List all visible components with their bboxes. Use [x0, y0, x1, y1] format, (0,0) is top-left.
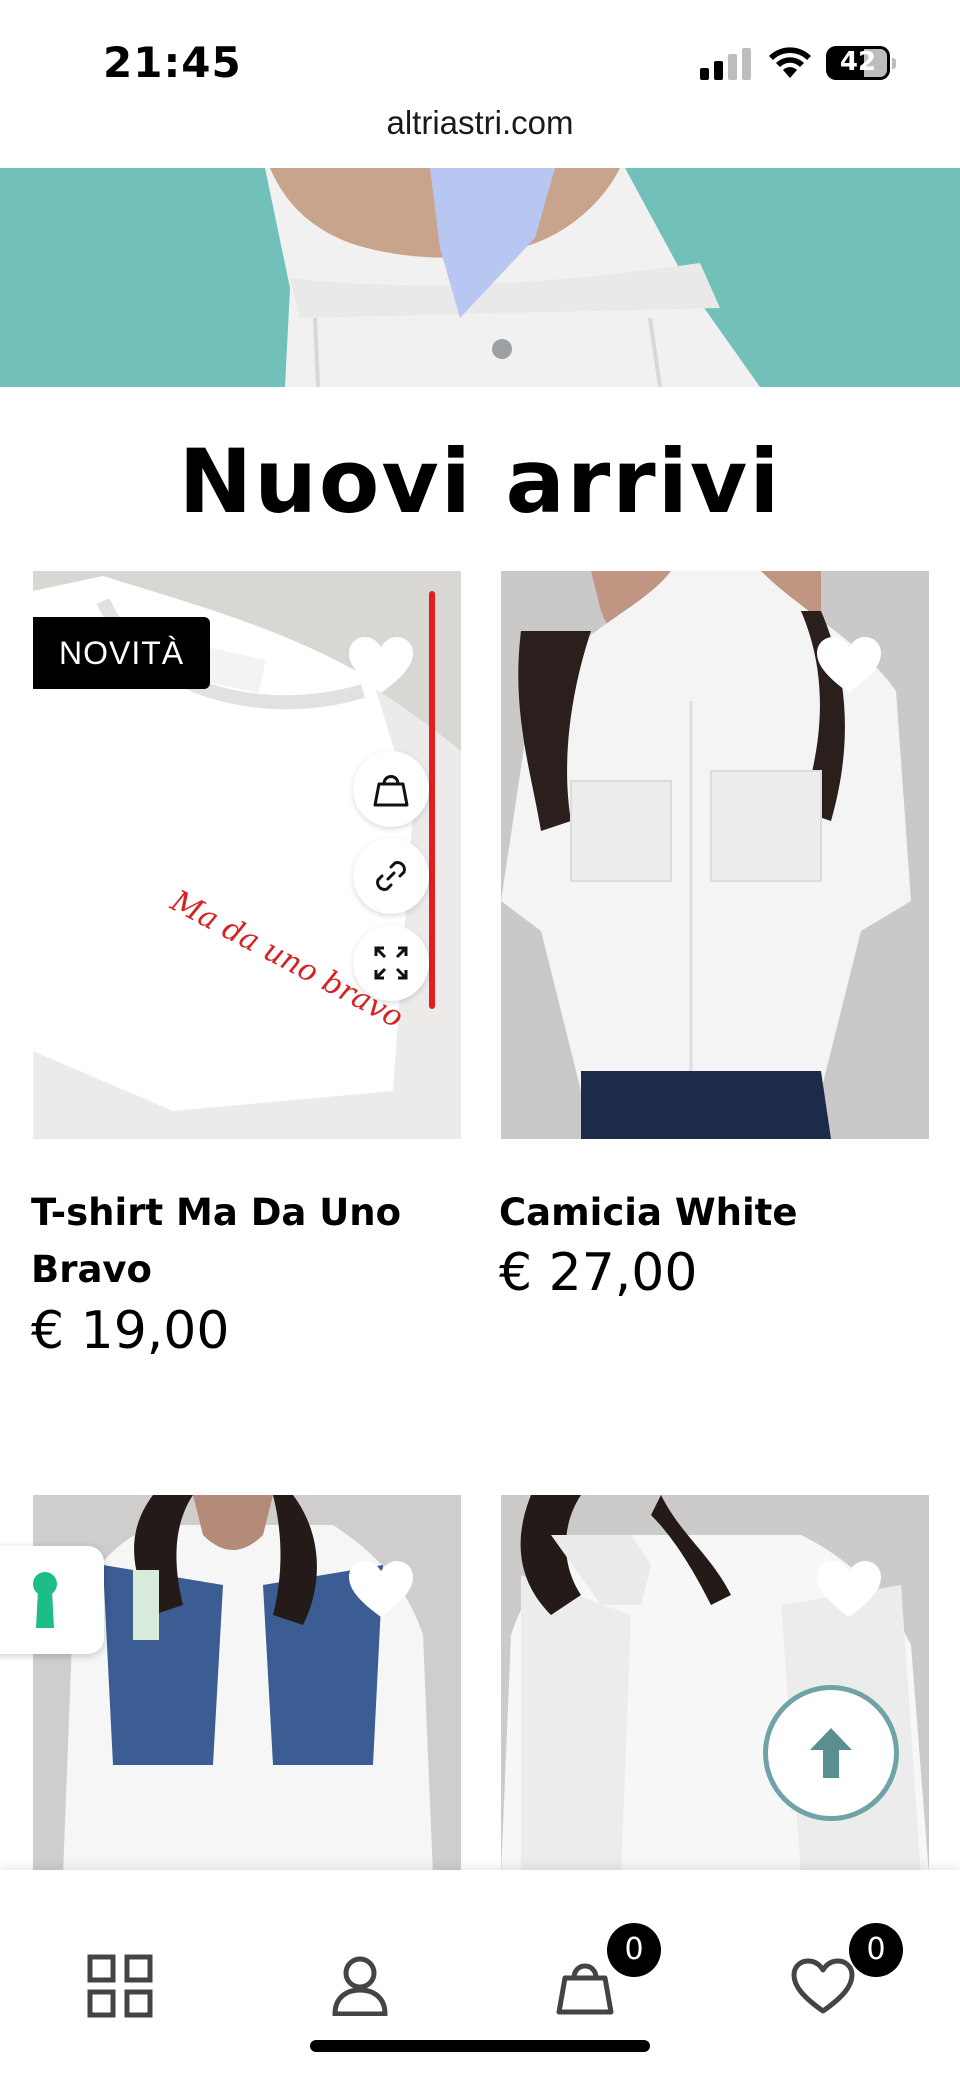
bag-icon: [373, 775, 409, 807]
hero-banner[interactable]: [0, 168, 960, 387]
grid-icon: [87, 1954, 153, 2018]
product-name[interactable]: Camicia White: [499, 1184, 919, 1241]
bag-icon: [556, 1963, 614, 2015]
status-bar: 21:45 42 altriastri.com: [0, 0, 960, 141]
signal-icon: [700, 48, 751, 80]
hero-image: [265, 168, 760, 387]
add-to-cart-button[interactable]: [353, 751, 429, 827]
keyhole-icon: [33, 1572, 57, 1628]
home-indicator: [310, 2040, 650, 2052]
privacy-tab[interactable]: [0, 1546, 104, 1654]
wishlist-heart-icon[interactable]: [817, 637, 881, 695]
wifi-icon: [769, 47, 811, 78]
nav-account[interactable]: [320, 1946, 400, 2026]
arrow-up-icon: [810, 1728, 852, 1778]
cart-count-badge: 0: [607, 1923, 661, 1977]
url-bar[interactable]: altriastri.com: [0, 104, 960, 142]
back-to-top-button[interactable]: [763, 1685, 899, 1821]
status-time: 21:45: [103, 38, 242, 87]
scroll-marker: [429, 591, 435, 1009]
section-title: Nuovi arrivi: [178, 430, 782, 533]
product-name[interactable]: T-shirt Ma Da Uno Bravo: [31, 1184, 431, 1298]
product-image[interactable]: [501, 1495, 929, 1875]
battery-level: 42: [839, 47, 877, 77]
expand-icon: [374, 946, 408, 980]
wishlist-count-badge: 0: [849, 1923, 903, 1977]
copy-link-button[interactable]: [353, 838, 429, 914]
quick-view-button[interactable]: [353, 925, 429, 1001]
wishlist-heart-icon[interactable]: [817, 1561, 881, 1619]
novita-badge: NOVITÀ: [33, 617, 211, 689]
nav-categories[interactable]: [80, 1946, 160, 2026]
wishlist-heart-icon[interactable]: [349, 1561, 413, 1619]
wishlist-heart-icon[interactable]: [349, 637, 413, 695]
heart-icon: [791, 1958, 855, 2014]
battery-icon: 42: [826, 46, 896, 80]
product-image[interactable]: [501, 571, 929, 1139]
product-image[interactable]: Ma da uno bravo NOVITÀ: [33, 571, 461, 1139]
link-icon: [376, 861, 406, 891]
product-price: € 19,00: [31, 1301, 230, 1361]
user-icon: [332, 1956, 388, 2016]
product-price: € 27,00: [499, 1243, 698, 1303]
